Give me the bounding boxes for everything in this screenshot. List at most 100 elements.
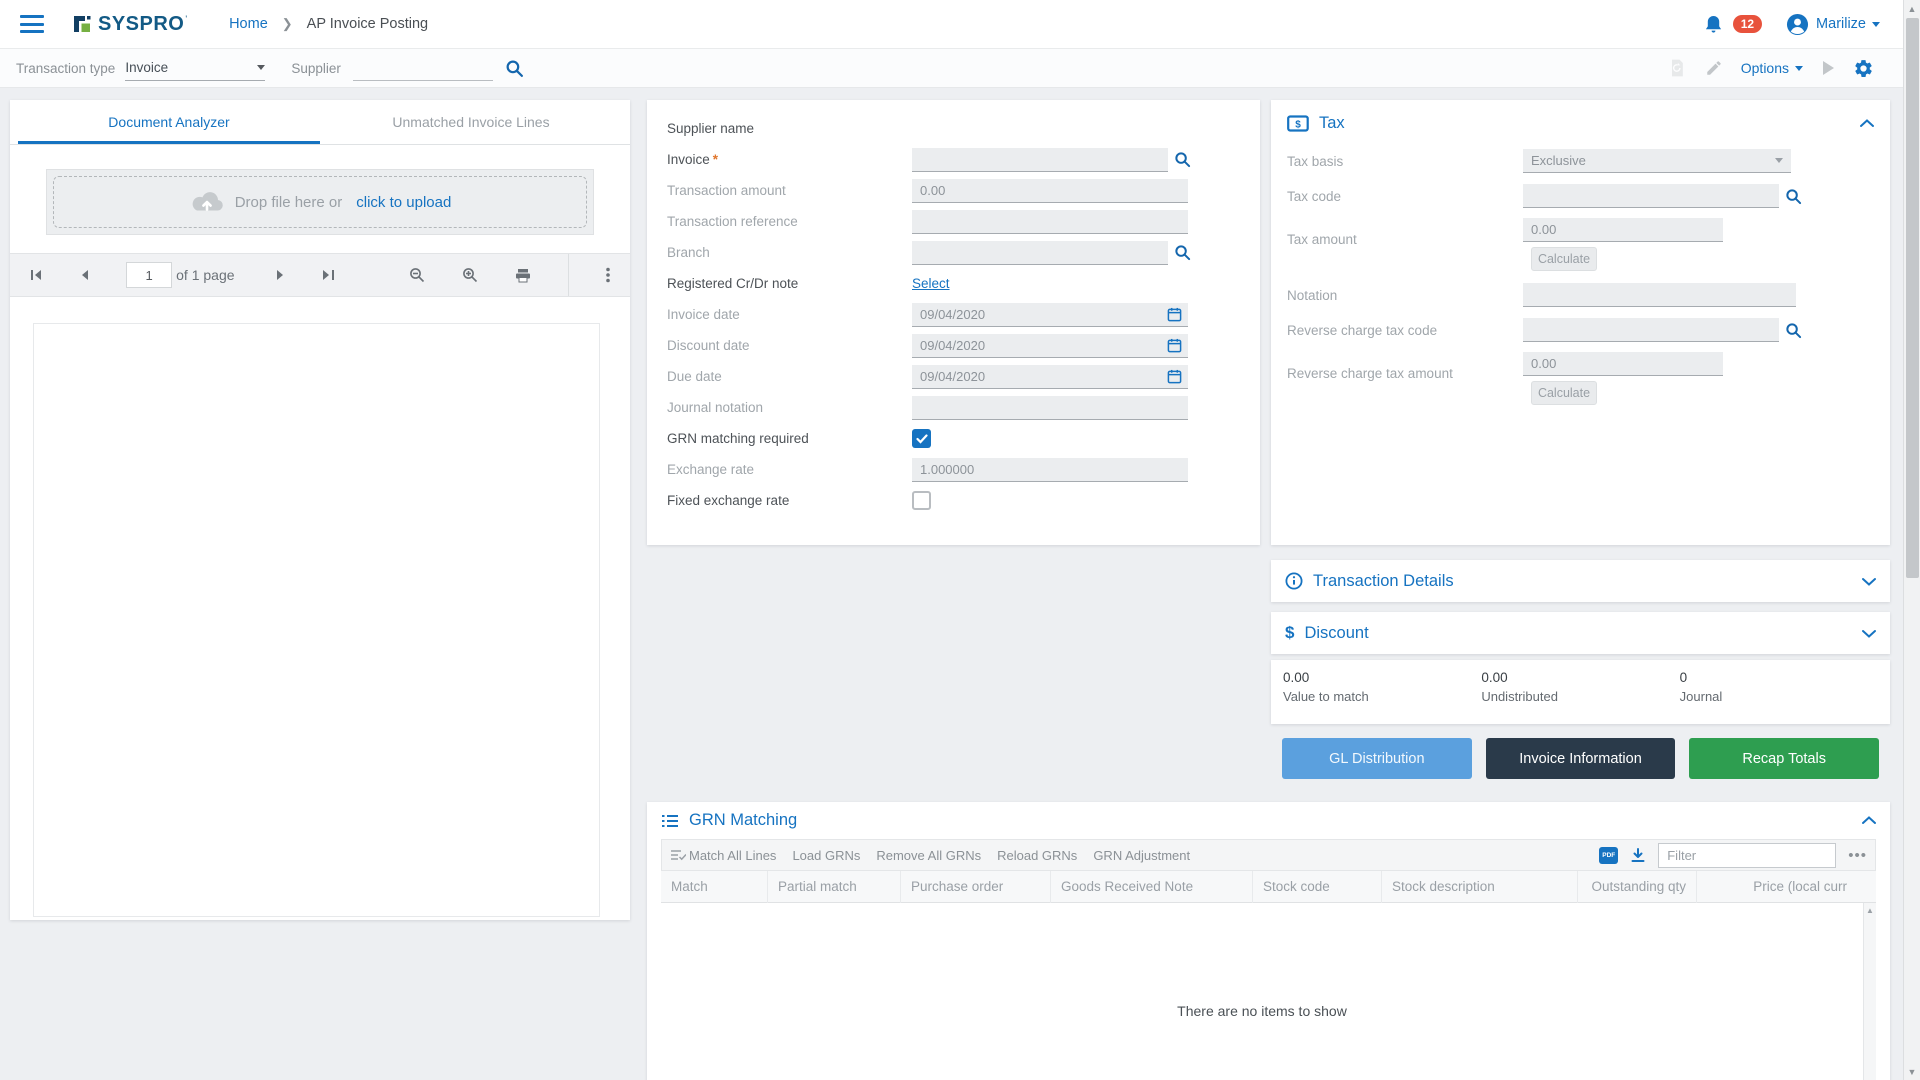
scroll-down-icon[interactable]: ▼ bbox=[1904, 1063, 1920, 1080]
tab-document-analyzer[interactable]: Document Analyzer bbox=[18, 100, 320, 144]
branch-input[interactable] bbox=[912, 241, 1168, 265]
reverse-charge-calculate-button[interactable]: Calculate bbox=[1531, 381, 1597, 405]
supplier-search-icon[interactable] bbox=[505, 59, 524, 78]
recap-totals-button[interactable]: Recap Totals bbox=[1689, 738, 1879, 779]
registered-note-select-link[interactable]: Select bbox=[912, 276, 950, 291]
journal-notation-input[interactable] bbox=[912, 396, 1188, 420]
grn-empty-message: There are no items to show bbox=[661, 903, 1863, 1080]
user-name: Marilize bbox=[1816, 16, 1866, 32]
menu-icon[interactable] bbox=[20, 15, 44, 33]
due-date-calendar-icon[interactable] bbox=[1167, 369, 1182, 389]
notifications-bell-icon[interactable] bbox=[1704, 14, 1723, 35]
tax-code-search-icon[interactable] bbox=[1785, 188, 1802, 205]
discount-expand-icon[interactable] bbox=[1862, 629, 1876, 638]
upload-link[interactable]: click to upload bbox=[356, 194, 451, 211]
tax-code-label: Tax code bbox=[1287, 189, 1523, 204]
tax-calculate-button[interactable]: Calculate bbox=[1531, 247, 1597, 271]
print-icon[interactable] bbox=[515, 268, 531, 283]
download-icon[interactable] bbox=[1630, 847, 1646, 863]
remove-all-grns-button[interactable]: Remove All GRNs bbox=[876, 848, 981, 863]
transaction-details-expand-icon[interactable] bbox=[1862, 577, 1876, 586]
grn-more-options-icon[interactable]: ••• bbox=[1848, 847, 1867, 864]
page-scrollbar[interactable]: ▲ ▼ bbox=[1903, 0, 1920, 1080]
zoom-in-icon[interactable] bbox=[462, 267, 478, 283]
load-grns-button[interactable]: Load GRNs bbox=[792, 848, 860, 863]
supplier-input[interactable] bbox=[353, 55, 493, 81]
invoice-date-input[interactable]: 09/04/2020 bbox=[912, 303, 1188, 327]
user-menu[interactable]: Marilize bbox=[1786, 13, 1880, 36]
tax-basis-select[interactable]: Exclusive bbox=[1523, 149, 1791, 173]
action-buttons: GL Distribution Invoice Information Reca… bbox=[1271, 738, 1890, 779]
tax-notation-input[interactable] bbox=[1523, 283, 1796, 307]
edit-pencil-icon[interactable] bbox=[1705, 59, 1723, 77]
reverse-charge-tax-code-input[interactable] bbox=[1523, 318, 1779, 342]
discount-section[interactable]: $ Discount bbox=[1271, 612, 1890, 654]
gl-distribution-button[interactable]: GL Distribution bbox=[1282, 738, 1472, 779]
grn-table-scrollbar[interactable]: ▲ bbox=[1863, 903, 1876, 1080]
column-header-match[interactable]: Match bbox=[661, 871, 768, 903]
scroll-up-icon[interactable]: ▲ bbox=[1904, 0, 1920, 17]
zoom-out-icon[interactable] bbox=[409, 267, 425, 283]
transaction-reference-label: Transaction reference bbox=[667, 214, 912, 229]
invoice-input[interactable] bbox=[912, 148, 1168, 172]
invoice-date-calendar-icon[interactable] bbox=[1167, 307, 1182, 327]
transaction-details-section[interactable]: Transaction Details bbox=[1271, 560, 1890, 602]
value-to-match-label: Value to match bbox=[1283, 689, 1481, 704]
discount-date-label: Discount date bbox=[667, 338, 912, 353]
column-header-partial-match[interactable]: Partial match bbox=[768, 871, 901, 903]
column-header-stock-description[interactable]: Stock description bbox=[1382, 871, 1578, 903]
branch-search-icon[interactable] bbox=[1174, 244, 1191, 261]
last-page-icon[interactable] bbox=[322, 269, 335, 281]
column-header-price-local[interactable]: Price (local curr bbox=[1697, 871, 1857, 903]
reverse-charge-tax-amount-input[interactable]: 0.00 bbox=[1523, 352, 1723, 376]
tax-notation-label: Notation bbox=[1287, 288, 1523, 303]
discount-date-input[interactable]: 09/04/2020 bbox=[912, 334, 1188, 358]
reverse-charge-tax-code-search-icon[interactable] bbox=[1785, 322, 1802, 339]
match-all-lines-button[interactable]: Match All Lines bbox=[670, 848, 776, 863]
user-avatar-icon bbox=[1786, 13, 1809, 36]
transaction-amount-label: Transaction amount bbox=[667, 183, 912, 198]
column-header-outstanding-qty[interactable]: Outstanding qty bbox=[1578, 871, 1697, 903]
scrollbar-thumb[interactable] bbox=[1906, 18, 1919, 578]
settings-gear-icon[interactable] bbox=[1853, 58, 1874, 79]
column-header-stock-code[interactable]: Stock code bbox=[1253, 871, 1382, 903]
column-header-goods-received-note[interactable]: Goods Received Note bbox=[1051, 871, 1253, 903]
options-menu[interactable]: Options bbox=[1741, 60, 1803, 76]
grn-adjustment-button[interactable]: GRN Adjustment bbox=[1093, 848, 1190, 863]
run-icon[interactable] bbox=[1821, 60, 1835, 76]
document-pager-toolbar: of 1 page bbox=[10, 253, 630, 297]
invoice-search-icon[interactable] bbox=[1174, 151, 1191, 168]
grn-filter-input[interactable] bbox=[1658, 843, 1836, 868]
more-options-kebab-icon[interactable] bbox=[606, 267, 610, 283]
tax-amount-input[interactable]: 0.00 bbox=[1523, 218, 1723, 242]
journal-stat: 0 Journal bbox=[1680, 670, 1878, 714]
grn-scroll-up-icon[interactable]: ▲ bbox=[1864, 903, 1876, 917]
due-date-input[interactable]: 09/04/2020 bbox=[912, 365, 1188, 389]
transaction-type-select[interactable]: Invoice bbox=[125, 55, 265, 81]
file-dropzone[interactable]: Drop file here or click to upload bbox=[46, 169, 594, 235]
grn-collapse-icon[interactable] bbox=[1862, 816, 1876, 825]
previous-page-icon[interactable] bbox=[80, 269, 89, 281]
tab-unmatched-invoice-lines[interactable]: Unmatched Invoice Lines bbox=[320, 100, 622, 144]
document-refresh-icon[interactable] bbox=[1667, 58, 1687, 78]
tax-code-input[interactable] bbox=[1523, 184, 1779, 208]
column-header-purchase-order[interactable]: Purchase order bbox=[901, 871, 1051, 903]
next-page-icon[interactable] bbox=[276, 269, 285, 281]
fixed-exchange-rate-checkbox[interactable] bbox=[912, 491, 931, 510]
transaction-reference-input[interactable] bbox=[912, 210, 1188, 234]
discount-date-calendar-icon[interactable] bbox=[1167, 338, 1182, 358]
tax-money-icon: $ bbox=[1287, 115, 1309, 132]
reload-grns-button[interactable]: Reload GRNs bbox=[997, 848, 1077, 863]
page-number-input[interactable] bbox=[126, 262, 172, 288]
breadcrumb-home-link[interactable]: Home bbox=[229, 16, 268, 32]
grn-matching-required-checkbox[interactable] bbox=[912, 429, 931, 448]
tax-collapse-icon[interactable] bbox=[1860, 119, 1874, 128]
invoice-information-button[interactable]: Invoice Information bbox=[1486, 738, 1676, 779]
first-page-icon[interactable] bbox=[30, 269, 43, 281]
transaction-amount-input[interactable]: 0.00 bbox=[912, 179, 1188, 203]
exchange-rate-input[interactable]: 1.000000 bbox=[912, 458, 1188, 482]
upload-cloud-icon bbox=[189, 189, 225, 215]
action-toolbar: Transaction type Invoice Supplier Option… bbox=[0, 49, 1920, 88]
export-pdf-icon[interactable]: PDF bbox=[1599, 847, 1618, 864]
due-date-label: Due date bbox=[667, 369, 912, 384]
